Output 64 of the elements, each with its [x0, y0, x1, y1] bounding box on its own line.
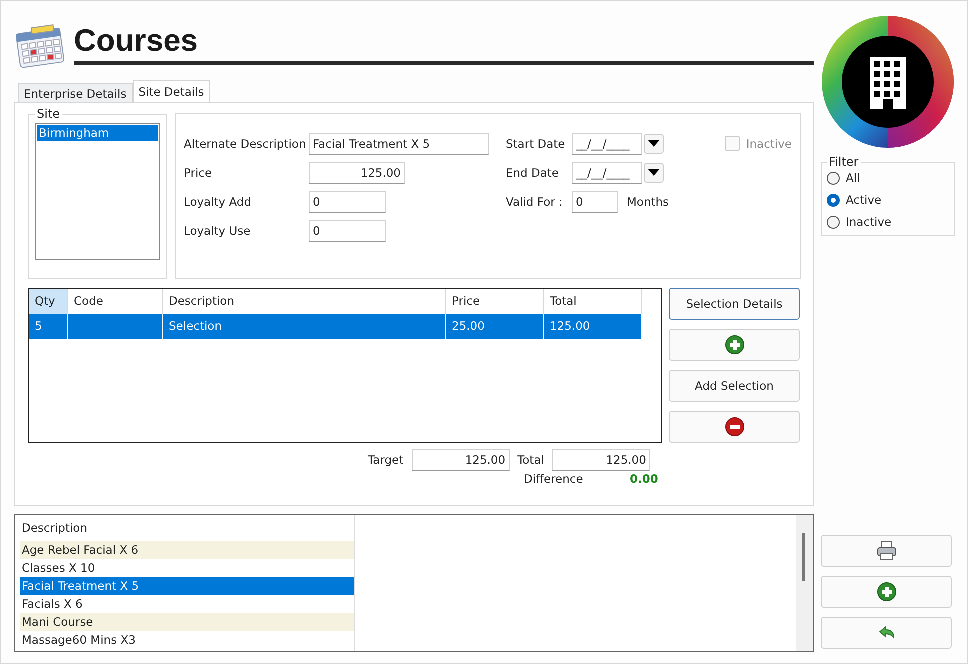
field-label: Price — [184, 166, 214, 180]
date-field[interactable]: __/__/____ — [572, 162, 642, 184]
checkbox[interactable] — [725, 136, 740, 151]
tab[interactable]: Enterprise Details — [18, 83, 133, 102]
radio-button[interactable] — [827, 216, 840, 228]
list-item[interactable]: Age Rebel Facial X 6 — [20, 541, 354, 559]
column-header: Qty — [29, 289, 68, 314]
add-icon — [724, 335, 744, 355]
undo-icon — [876, 625, 896, 641]
input-field[interactable]: 125.00 — [412, 449, 510, 471]
remove-icon — [724, 417, 744, 437]
list-item[interactable]: Facials X 6 — [20, 595, 354, 613]
input-field[interactable]: 125.00 — [552, 449, 650, 471]
field-label: End Date — [506, 166, 560, 180]
table-cell: Selection — [163, 314, 446, 339]
print-button[interactable] — [821, 535, 952, 567]
input-field[interactable]: Facial Treatment X 5 — [309, 132, 489, 154]
table-cell: 25.00 — [446, 314, 544, 339]
date-field[interactable]: __/__/____ — [572, 132, 642, 154]
input-field[interactable]: 125.00 — [309, 162, 405, 184]
dropdown-button[interactable] — [644, 162, 664, 182]
column-header: Description — [21, 520, 88, 537]
dropdown-button[interactable] — [644, 134, 664, 154]
unit-label: Months — [627, 194, 670, 208]
field-label: Difference — [524, 472, 584, 486]
field-label: Start Date — [506, 136, 566, 150]
list-item[interactable]: Massage60 Mins X3 — [20, 631, 354, 649]
add-icon — [876, 582, 896, 602]
difference-value: 0.00 — [630, 472, 656, 486]
field-label: Alternate Description — [184, 136, 308, 150]
action-button[interactable]: Add Selection — [669, 370, 800, 402]
input-field[interactable]: 0 — [309, 190, 386, 212]
radio-button[interactable] — [827, 194, 840, 206]
add-button[interactable] — [669, 329, 800, 361]
remove-button[interactable] — [669, 411, 800, 443]
input-field[interactable]: 0 — [309, 220, 386, 242]
radio-label: All — [846, 171, 860, 185]
caret-icon — [648, 140, 660, 147]
radio-label: Active — [846, 193, 882, 207]
group-label: Site — [36, 107, 62, 121]
scrollbar-thumb[interactable] — [802, 533, 805, 581]
field-label: Loyalty Add — [184, 194, 253, 208]
table-cell: 5 — [29, 314, 68, 339]
grid-row[interactable]: 5 Selection 25.00 125.00 — [29, 314, 642, 339]
caret-icon — [648, 169, 660, 176]
printer-icon — [876, 541, 898, 561]
field-label: Loyalty Use — [184, 224, 252, 238]
list-item[interactable]: Mani Course — [20, 613, 354, 631]
checkbox-label: Inactive — [746, 136, 792, 150]
list-item[interactable]: Birmingham — [37, 125, 158, 141]
table-cell: 125.00 — [544, 314, 642, 339]
input-field[interactable]: 0 — [572, 190, 618, 212]
action-button[interactable]: Selection Details — [669, 288, 800, 320]
add-button[interactable] — [821, 576, 952, 608]
field-label: Valid For : — [506, 194, 564, 208]
tab[interactable]: Site Details — [132, 80, 210, 102]
list-item[interactable]: Facial Treatment X 5 — [20, 577, 354, 595]
radio-label: Inactive — [846, 215, 892, 229]
group-label: Filter — [828, 155, 860, 169]
field-label: Total — [518, 453, 544, 467]
list-item[interactable]: Classes X 10 — [20, 559, 354, 577]
page-title: Courses — [74, 22, 200, 60]
field-label: Target — [368, 453, 404, 467]
radio-button[interactable] — [827, 172, 840, 184]
